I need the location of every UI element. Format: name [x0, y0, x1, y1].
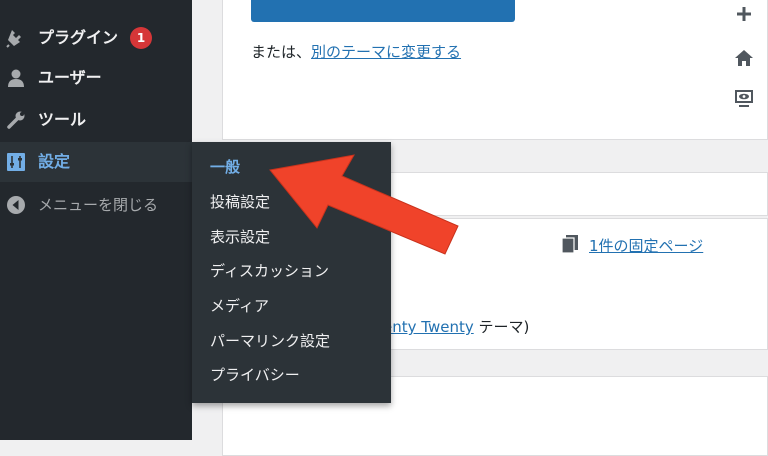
annotation-arrow: [269, 154, 459, 255]
